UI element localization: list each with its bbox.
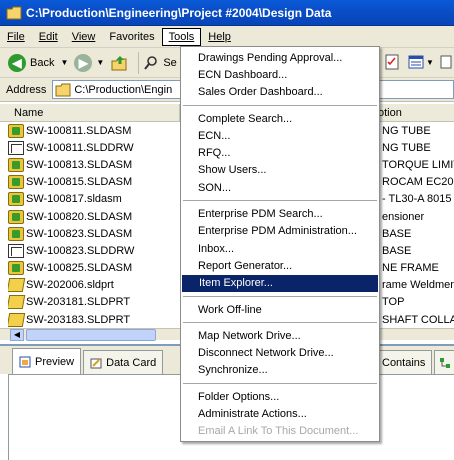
column-header-name[interactable]: Name — [0, 104, 180, 121]
part-file-icon — [8, 312, 26, 327]
assembly-file-icon — [8, 261, 24, 276]
tab-contains[interactable]: Contains — [376, 350, 433, 374]
scroll-thumb[interactable] — [26, 329, 156, 341]
window-title: C:\Production\Engineering\Project #2004\… — [26, 5, 332, 20]
menu-item-rfq[interactable]: RFQ... — [181, 144, 379, 161]
menu-item-enterprise-pdm-administration[interactable]: Enterprise PDM Administration... — [181, 223, 379, 240]
forward-arrow-icon: ▶ — [74, 53, 93, 72]
menu-item-disconnect-network-drive[interactable]: Disconnect Network Drive... — [181, 344, 379, 361]
data-card-icon — [90, 358, 102, 368]
menu-separator — [183, 383, 377, 385]
menu-view[interactable]: View — [65, 28, 103, 46]
menu-item-inbox[interactable]: Inbox... — [181, 240, 379, 257]
menu-item-drawings-pending[interactable]: Drawings Pending Approval... — [181, 49, 379, 66]
search-button[interactable]: Se — [143, 55, 177, 71]
back-arrow-icon: ◀ — [8, 53, 26, 72]
menu-favorites[interactable]: Favorites — [102, 28, 161, 46]
chevron-down-icon: ▼ — [96, 58, 105, 67]
back-button[interactable]: ◀ Back ▼ — [8, 53, 69, 72]
menu-item-map-network-drive[interactable]: Map Network Drive... — [181, 327, 379, 344]
search-icon — [144, 55, 158, 70]
assembly-file-icon — [8, 209, 24, 224]
menu-item-item-explorer[interactable]: Item Explorer... — [182, 274, 378, 292]
tree-icon — [440, 357, 451, 368]
tools-menu: Drawings Pending Approval... ECN Dashboa… — [180, 46, 380, 442]
forward-button[interactable]: ▶ ▼ — [74, 53, 105, 72]
menu-item-folder-options[interactable]: Folder Options... — [181, 388, 379, 405]
menu-item-enterprise-pdm-search[interactable]: Enterprise PDM Search... — [181, 205, 379, 222]
menu-item-ecn-dashboard[interactable]: ECN Dashboard... — [181, 66, 379, 83]
drawing-file-icon — [8, 140, 24, 155]
menu-bar: File Edit View Favorites Tools Help — [0, 26, 454, 48]
menu-separator — [183, 200, 377, 202]
chevron-down-icon: ▼ — [60, 58, 69, 67]
menu-item-report-generator[interactable]: Report Generator... — [181, 257, 379, 274]
assembly-file-icon — [8, 157, 24, 172]
stack-button[interactable] — [440, 54, 452, 73]
menu-file[interactable]: File — [0, 28, 32, 46]
menu-help[interactable]: Help — [201, 28, 238, 46]
menu-item-show-users[interactable]: Show Users... — [181, 162, 379, 179]
assembly-file-icon — [8, 226, 24, 241]
toolbar-separator — [138, 51, 140, 74]
address-label: Address — [6, 83, 47, 96]
drawing-file-icon — [8, 243, 24, 258]
menu-item-administrate-actions[interactable]: Administrate Actions... — [181, 405, 379, 422]
folders-icon — [440, 55, 452, 69]
menu-item-ecn[interactable]: ECN... — [181, 127, 379, 144]
menu-edit[interactable]: Edit — [32, 28, 65, 46]
views-icon — [408, 55, 424, 69]
menu-item-sales-order-dashboard[interactable]: Sales Order Dashboard... — [181, 84, 379, 101]
menu-item-work-offline[interactable]: Work Off-line — [181, 301, 379, 318]
menu-separator — [183, 322, 377, 324]
menu-item-complete-search[interactable]: Complete Search... — [181, 110, 379, 127]
up-folder-icon — [111, 55, 127, 70]
tab-where-used[interactable] — [434, 350, 454, 374]
folder-icon — [55, 83, 71, 96]
menu-item-synchronize[interactable]: Synchronize... — [181, 362, 379, 379]
folder-icon — [6, 6, 22, 19]
views-button[interactable]: ▼ — [408, 54, 434, 70]
tab-preview[interactable]: Preview — [12, 348, 82, 374]
scroll-left-icon[interactable]: ◀ — [10, 329, 24, 341]
assembly-file-icon — [8, 192, 24, 207]
menu-tools[interactable]: Tools — [161, 27, 202, 46]
assembly-file-icon — [8, 175, 24, 190]
preview-icon — [19, 356, 31, 367]
address-value: C:\Production\Engin — [74, 83, 173, 96]
up-folder-button[interactable] — [110, 54, 128, 72]
assembly-file-icon — [8, 123, 24, 138]
part-file-icon — [8, 295, 26, 310]
tab-data-card[interactable]: Data Card — [83, 350, 164, 374]
window-title-bar[interactable]: C:\Production\Engineering\Project #2004\… — [0, 0, 454, 26]
menu-item-son[interactable]: SON... — [181, 179, 379, 196]
part-file-icon — [8, 278, 26, 293]
menu-item-email-link: Email A Link To This Document... — [198, 425, 359, 438]
chevron-down-icon: ▼ — [426, 57, 434, 67]
menu-separator — [183, 295, 377, 297]
menu-separator — [183, 104, 377, 106]
checklist-icon — [385, 54, 399, 70]
properties-button[interactable] — [384, 54, 400, 73]
